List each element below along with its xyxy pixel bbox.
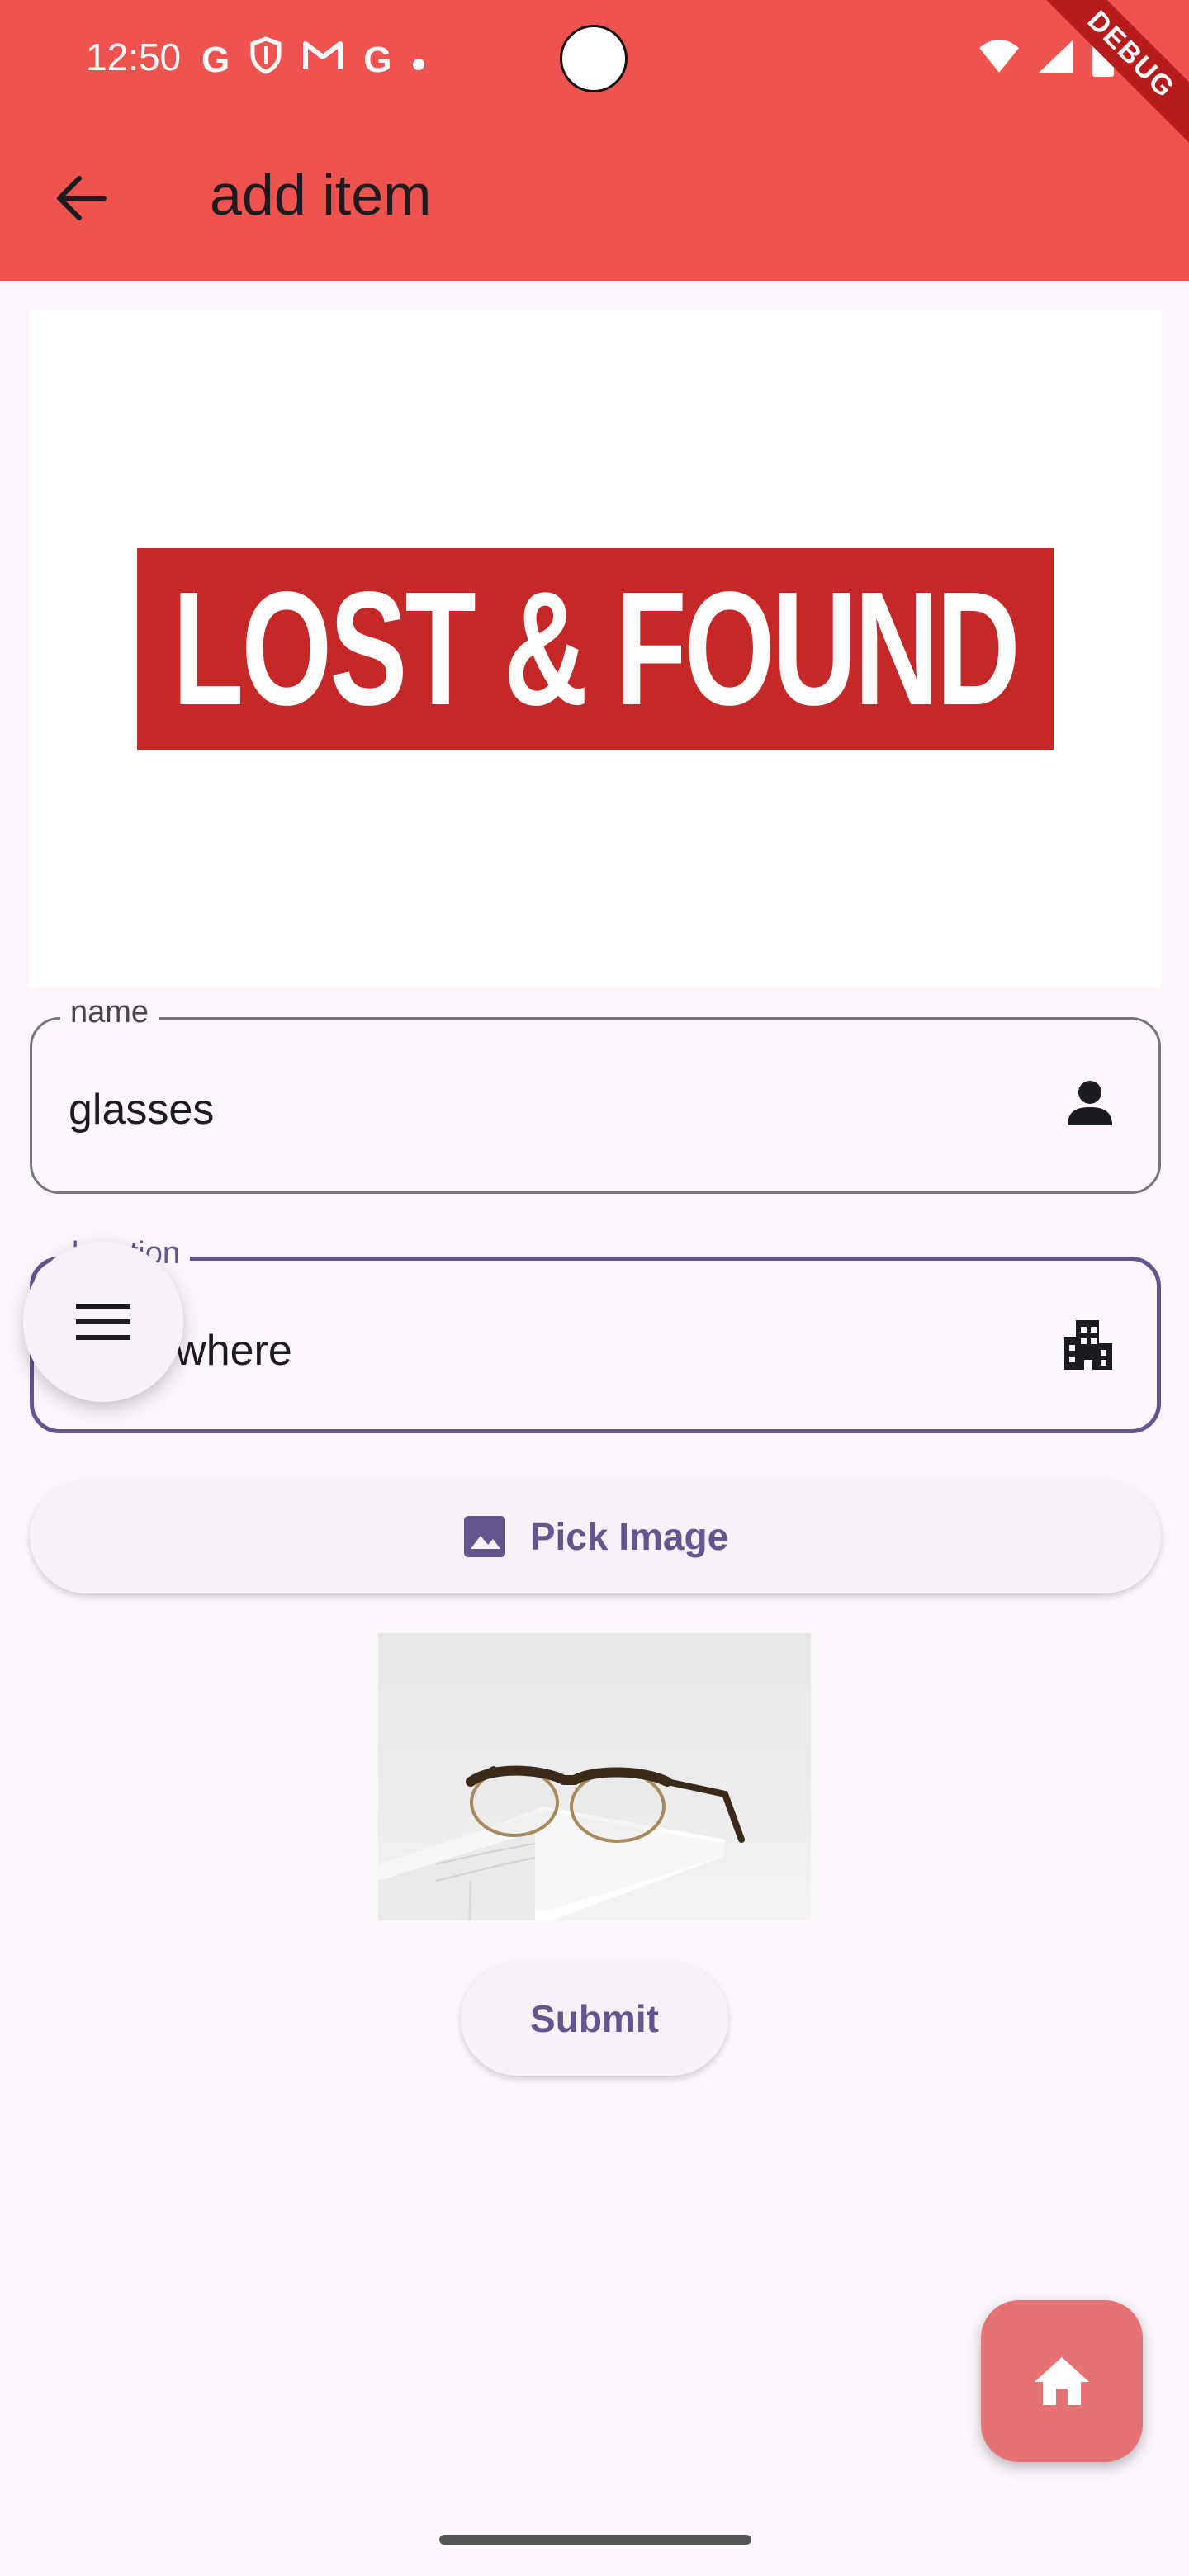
- gmail-icon: [302, 39, 343, 82]
- wifi-icon: [978, 38, 1021, 82]
- camera-cutout: [560, 25, 628, 92]
- pick-image-button[interactable]: Pick Image: [30, 1480, 1161, 1593]
- header-banner-image: LOST & FOUND: [30, 310, 1161, 987]
- arrow-back-icon: [57, 176, 107, 220]
- name-field-label: name: [60, 995, 159, 1030]
- home-icon: [1035, 2357, 1089, 2405]
- location-input[interactable]: [69, 1325, 980, 1376]
- selected-image-preview: [378, 1633, 811, 1920]
- apartment-icon: [1059, 1315, 1117, 1373]
- back-button[interactable]: [41, 165, 121, 231]
- name-input[interactable]: [67, 1084, 978, 1135]
- lost-and-found-logo: LOST & FOUND: [137, 548, 1054, 750]
- image-icon: [463, 1516, 505, 1557]
- menu-icon: [76, 1304, 130, 1340]
- submit-button[interactable]: Submit: [461, 1962, 728, 2076]
- google-g-icon: G: [201, 40, 230, 80]
- google-g-icon: G: [363, 40, 392, 80]
- app-bar: 12:50 G G DEBUG add item: [0, 0, 1189, 281]
- signal-icon: [1037, 38, 1075, 82]
- location-field[interactable]: location: [30, 1236, 1161, 1433]
- submit-label: Submit: [530, 1997, 659, 2040]
- name-field[interactable]: name: [30, 995, 1161, 1194]
- shield-icon: [249, 36, 282, 84]
- status-icons-left: G G: [201, 36, 426, 84]
- menu-fab[interactable]: [23, 1242, 183, 1402]
- status-time: 12:50: [86, 36, 182, 78]
- pick-image-label: Pick Image: [529, 1515, 729, 1558]
- dot-icon: [411, 39, 426, 82]
- logo-text: LOST & FOUND: [173, 558, 1021, 739]
- gesture-navigation-bar[interactable]: [439, 2535, 751, 2545]
- home-fab[interactable]: [981, 2300, 1143, 2462]
- page-title: add item: [210, 163, 432, 227]
- person-icon: [1061, 1074, 1119, 1132]
